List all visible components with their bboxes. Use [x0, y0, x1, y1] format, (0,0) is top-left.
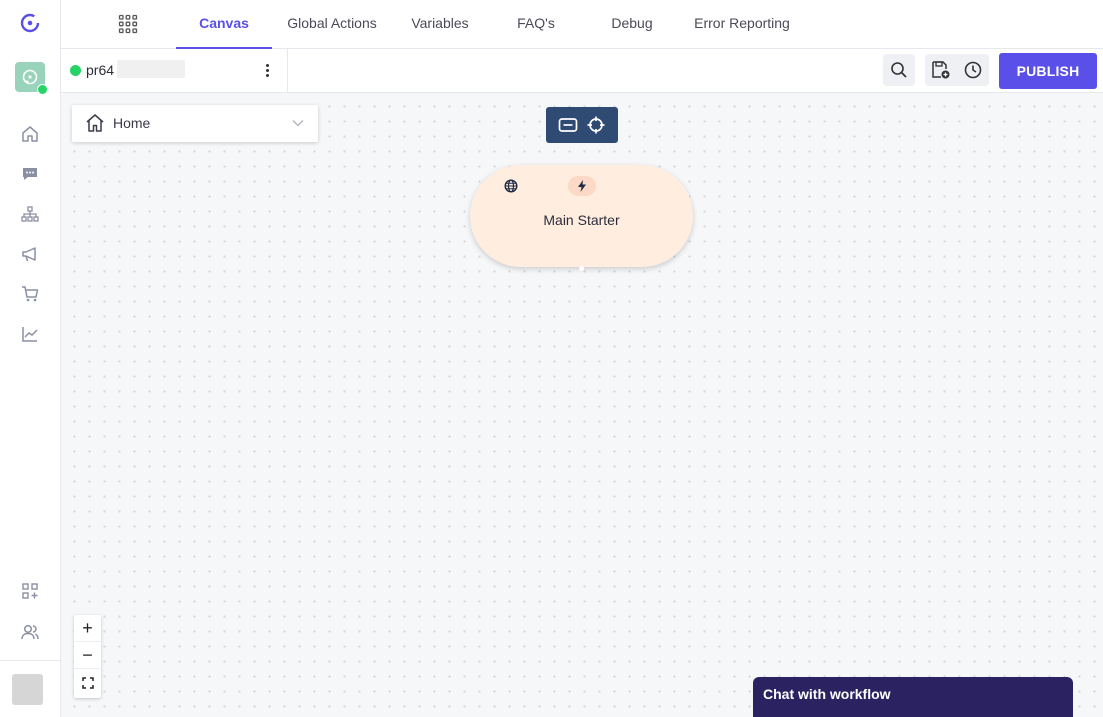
bot-avatar[interactable]: [15, 62, 48, 95]
whatsapp-icon: [70, 65, 81, 76]
bolt-icon: [578, 180, 586, 192]
save-draft-button[interactable]: [925, 60, 957, 80]
sidebar-item-chat[interactable]: [19, 163, 41, 185]
top-nav-bar: Canvas Global Actions Variables FAQ's De…: [61, 0, 1103, 49]
home-icon: [86, 114, 104, 132]
tab-canvas[interactable]: Canvas: [176, 0, 272, 49]
sidebar-divider: [0, 660, 60, 661]
sidebar-item-commerce[interactable]: [19, 283, 41, 305]
search-icon: [891, 62, 907, 78]
tab-debug[interactable]: Debug: [601, 0, 663, 49]
publish-button[interactable]: PUBLISH: [999, 53, 1097, 89]
save-icon: [932, 61, 950, 79]
chat-widget-label: Chat with workflow: [763, 686, 891, 702]
bot-chat-icon: [22, 69, 38, 85]
recenter-button[interactable]: [585, 114, 607, 136]
sidebar-item-team[interactable]: [19, 621, 41, 643]
tab-variables[interactable]: Variables: [404, 0, 476, 49]
search-button[interactable]: [883, 54, 915, 86]
flow-node-main-starter[interactable]: Main Starter: [470, 165, 693, 267]
globe-icon: [504, 179, 518, 193]
org-tree-icon: [21, 206, 39, 222]
cart-icon: [22, 286, 39, 302]
left-sidebar: [0, 0, 61, 717]
sidebar-item-flows[interactable]: [19, 203, 41, 225]
sidebar-item-integrations[interactable]: [19, 580, 41, 602]
chevron-down-icon: [292, 120, 304, 127]
fullscreen-button[interactable]: [74, 669, 101, 696]
more-options-icon[interactable]: [261, 61, 273, 79]
chat-icon: [23, 168, 37, 180]
whatsapp-badge-icon: [37, 84, 48, 95]
flow-select-value: Home: [113, 115, 151, 131]
history-icon: [964, 61, 982, 79]
fullscreen-icon: [81, 676, 94, 689]
node-title: Main Starter: [543, 212, 620, 228]
user-avatar[interactable]: [12, 674, 43, 705]
megaphone-icon: [22, 247, 36, 262]
flow-canvas[interactable]: Home Main Starter + − Chat with workflow: [61, 93, 1103, 717]
chat-with-workflow-widget[interactable]: Chat with workflow: [753, 677, 1073, 717]
sidebar-item-broadcast[interactable]: [19, 243, 41, 265]
history-button[interactable]: [957, 60, 989, 80]
apps-add-icon: [22, 583, 38, 599]
app-grid-icon[interactable]: [118, 14, 138, 34]
bot-selector[interactable]: pr64: [61, 49, 288, 92]
node-output-port[interactable]: [579, 266, 584, 271]
trigger-badge: [568, 176, 596, 196]
sidebar-item-home[interactable]: [19, 123, 41, 145]
zoom-controls: + −: [74, 615, 101, 698]
view-tools: [546, 107, 618, 143]
redacted-text: [117, 60, 185, 78]
fit-view-button[interactable]: [557, 114, 579, 136]
save-history-group: [925, 54, 989, 86]
minimap-icon: [558, 118, 578, 132]
users-icon: [21, 624, 39, 640]
crosshair-icon: [587, 116, 605, 134]
sidebar-item-analytics[interactable]: [19, 323, 41, 345]
zoom-out-button[interactable]: −: [74, 642, 101, 669]
zoom-in-button[interactable]: +: [74, 615, 101, 642]
home-icon: [22, 126, 38, 142]
bot-name: pr64: [86, 62, 115, 78]
editor-toolbar: pr64 PUBLISH: [61, 49, 1103, 93]
tab-error-reporting[interactable]: Error Reporting: [689, 0, 795, 49]
app-logo-icon[interactable]: [19, 12, 41, 34]
tab-global-actions[interactable]: Global Actions: [281, 0, 383, 49]
tab-faqs[interactable]: FAQ's: [506, 0, 566, 49]
analytics-icon: [22, 327, 38, 342]
flow-select[interactable]: Home: [72, 105, 318, 142]
